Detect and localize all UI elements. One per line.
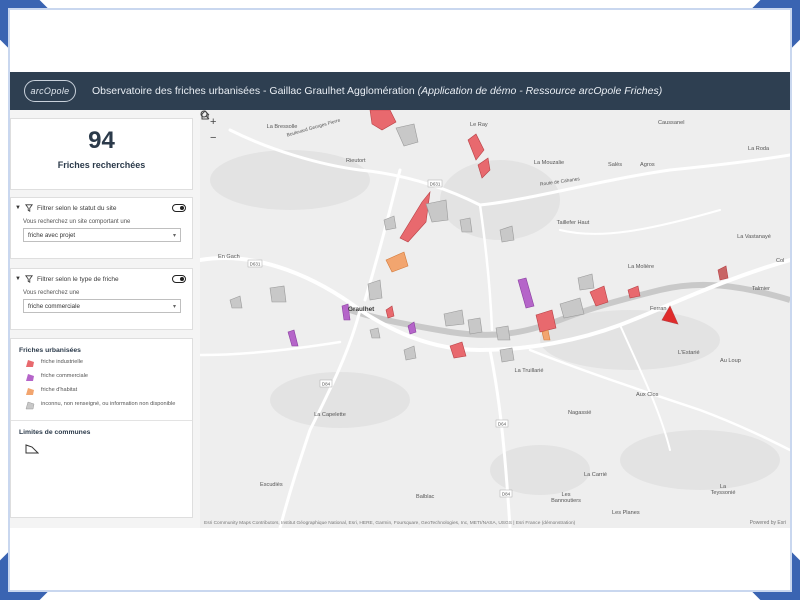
map-label-place: Escudiès <box>260 482 283 488</box>
map-label-place: Les Bannoutiers <box>551 492 581 504</box>
legend-label: inconnu, non renseigné, ou information n… <box>41 401 176 407</box>
map-label-place: La Truillarié <box>514 368 544 374</box>
map-label-place: La Molière <box>628 264 655 270</box>
filter-status-value: friche avec projet <box>28 231 76 239</box>
legend-label: friche commerciale <box>41 373 88 379</box>
filter-type-select[interactable]: friche commerciale ▾ <box>23 299 181 313</box>
legend-label: friche d'habitat <box>41 387 78 393</box>
filter-type-label: Filtrer selon le type de friche <box>36 275 119 283</box>
filter-status-toggle[interactable] <box>172 204 186 212</box>
app-title: Observatoire des friches urbanisées - Ga… <box>92 85 662 97</box>
map-label-place: La Vastanayé <box>737 234 771 240</box>
commune-boundary-swatch <box>25 444 40 454</box>
map-label-place: Salès <box>608 162 622 168</box>
filter-status-label: Filtrer selon le statut du site <box>36 204 117 212</box>
road-label: D64 <box>498 422 507 427</box>
legend-item: friche commerciale <box>11 373 192 382</box>
map-label-place: Ferran <box>650 306 667 312</box>
legend-swatch-commerciale <box>26 374 34 381</box>
legend-item: friche industrielle <box>11 359 192 368</box>
app-title-main: Observatoire des friches urbanisées - Ga… <box>92 85 415 97</box>
filter-status-question: Vous recherchez un site comportant une <box>23 219 131 225</box>
map-label-place: L'Estarié <box>678 350 700 356</box>
map-label-place: Nagassié <box>568 410 592 416</box>
legend-label: friche industrielle <box>41 359 83 365</box>
friche-count: 94 <box>88 127 115 154</box>
legend-item: friche d'habitat <box>11 387 192 396</box>
map-label-place: La Roda <box>748 146 770 152</box>
map-label-place: La Teyssonié <box>710 484 736 496</box>
map-label-place: Rieutort <box>346 158 366 164</box>
legend-swatch-industrielle <box>26 360 34 367</box>
map-label-place: La Bressolle <box>266 124 298 130</box>
road-label: D84 <box>322 382 331 387</box>
map-label-town: Graulhet <box>348 306 375 313</box>
funnel-icon <box>24 204 33 212</box>
powered-by-esri[interactable]: Powered by Esri <box>750 520 786 526</box>
friche-count-label: Friches recherchées <box>57 160 146 170</box>
map-label-place: Au Loup <box>720 358 741 364</box>
zoom-out-button[interactable]: − <box>210 132 216 144</box>
application-window: arcOpole Observatoire des friches urbani… <box>10 72 790 528</box>
zoom-in-button[interactable]: + <box>210 116 216 128</box>
map-view[interactable]: D631 D84 D631 D64 D84 La Bressolle Le Ra… <box>200 110 790 528</box>
chevron-down-icon: ▾ <box>172 232 176 239</box>
filter-status-select[interactable]: friche avec projet ▾ <box>23 228 181 242</box>
map-label-place: La Mouzalie <box>533 160 565 166</box>
map-label-place: Le Ray <box>470 122 488 128</box>
friches-industrielles[interactable] <box>369 110 729 359</box>
map-attribution[interactable]: Esri Community Maps Contributors, Instit… <box>204 521 575 526</box>
legend-swatch-habitat <box>26 388 34 395</box>
sidebar: 94 Friches recherchées ▼ Filtrer selon l… <box>10 118 194 518</box>
legend-swatch-inconnu <box>25 401 35 410</box>
map-label-place: En Gach <box>218 254 240 260</box>
map-label-place: La Carrié <box>584 472 608 478</box>
map-label-place: Talmier <box>752 286 771 292</box>
chevron-down-icon[interactable]: ▼ <box>15 205 21 211</box>
filter-type-header[interactable]: ▼ Filtrer selon le type de friche <box>11 269 192 289</box>
road-label: D84 <box>502 492 511 497</box>
app-header: arcOpole Observatoire des friches urbani… <box>10 72 790 110</box>
filter-type-value: friche commerciale <box>28 302 80 310</box>
legend-item: inconnu, non renseigné, ou information n… <box>11 401 192 410</box>
map-canvas[interactable]: D631 D84 D631 D64 D84 <box>200 110 790 528</box>
app-title-note: (Application de démo - Ressource arcOpol… <box>417 85 663 97</box>
count-card: 94 Friches recherchées <box>10 118 193 190</box>
map-label-place: Balblac <box>416 494 435 500</box>
filter-type-toggle[interactable] <box>172 275 186 283</box>
map-label-place: Agros <box>640 162 655 168</box>
filter-status-card: ▼ Filtrer selon le statut du site Vous r… <box>10 197 193 259</box>
map-label-place: Col <box>776 258 785 264</box>
map-label-place: La Capelette <box>314 412 346 418</box>
chevron-down-icon[interactable]: ▼ <box>15 276 21 282</box>
map-label-place: Taillefer Haut <box>556 220 590 226</box>
legend-card: Friches urbanisées friche industrielle f… <box>10 338 193 518</box>
arcopole-logo[interactable]: arcOpole <box>24 80 76 102</box>
map-label-place: Les Planes <box>612 510 640 516</box>
map-label-place: Caussanel <box>658 120 685 126</box>
funnel-icon <box>24 275 33 283</box>
road-label: D631 <box>430 182 441 187</box>
filter-type-question: Vous recherchez une <box>23 290 80 296</box>
map-label-place: Aux Clos <box>636 392 659 398</box>
filter-type-card: ▼ Filtrer selon le type de friche Vous r… <box>10 268 193 330</box>
communes-title: Limites de communes <box>19 429 91 436</box>
chevron-down-icon: ▾ <box>172 303 176 310</box>
legend-title: Friches urbanisées <box>19 347 81 354</box>
filter-status-header[interactable]: ▼ Filtrer selon le statut du site <box>11 198 192 218</box>
search-icon[interactable] <box>200 110 210 120</box>
road-label: D631 <box>250 262 261 267</box>
